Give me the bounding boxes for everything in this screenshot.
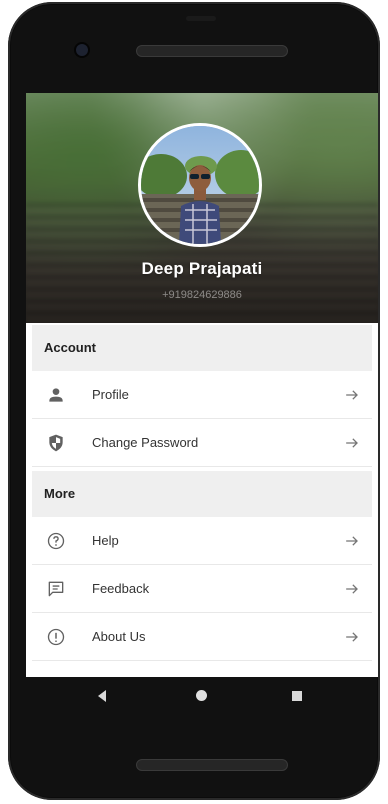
section-title-account: Account [44,340,96,355]
profile-header: Deep Prajapati +919824629886 [26,93,378,323]
system-navigation-bar [26,677,378,715]
recents-square-icon[interactable] [292,691,302,701]
menu-item-profile[interactable]: Profile [32,371,372,419]
bottom-speaker [136,759,288,771]
menu-label-feedback: Feedback [92,581,150,596]
avatar[interactable] [138,123,262,247]
menu-item-help[interactable]: Help [32,517,372,565]
earpiece-speaker [136,45,288,57]
section-title-more: More [44,486,76,501]
app-screen: Deep Prajapati +919824629886 Account Pro… [26,93,378,677]
person-icon [49,388,63,402]
arrow-right-icon [346,632,358,642]
arrow-right-icon [346,584,358,594]
shield-icon [49,434,63,452]
front-camera [76,44,88,56]
user-phone-number: +919824629886 [162,289,242,301]
back-triangle-icon[interactable] [98,690,106,702]
arrow-right-icon [346,536,358,546]
home-circle-icon[interactable] [196,690,207,701]
menu-item-about-us[interactable]: About Us [32,613,372,661]
feedback-icon [48,581,64,597]
phone-top-notch [186,16,216,21]
help-circle-icon [47,532,65,550]
menu-label-about-us: About Us [92,629,146,644]
user-name: Deep Prajapati [141,259,263,278]
menu-label-change-password: Change Password [92,435,199,450]
menu-label-profile: Profile [92,387,129,402]
menu-item-change-password[interactable]: Change Password [32,419,372,467]
menu-item-feedback[interactable]: Feedback [32,565,372,613]
section-header-more: More [32,471,372,517]
info-icon [47,628,65,646]
section-header-account: Account [32,325,372,371]
arrow-right-icon [346,390,358,400]
arrow-right-icon [346,438,358,448]
menu-label-help: Help [92,533,119,548]
